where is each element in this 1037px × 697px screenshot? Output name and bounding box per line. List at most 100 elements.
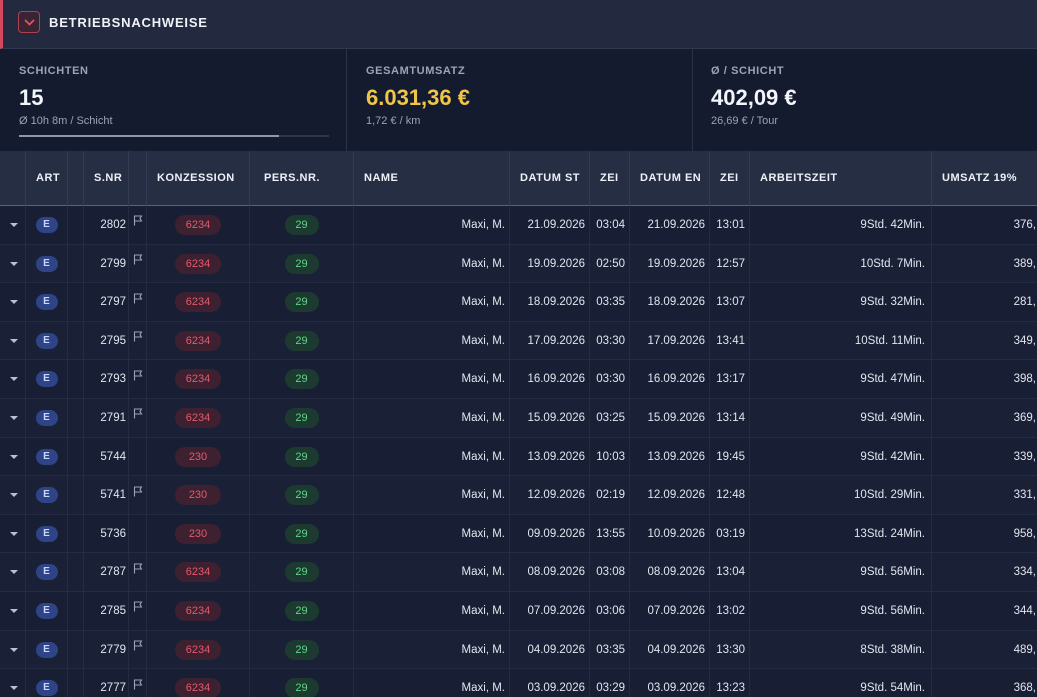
column-header-konzession[interactable]: KONZESSION [147,151,250,206]
expand-cell[interactable] [0,283,26,322]
table-row[interactable]: E 5736 230 29 Maxi, M. 09.09.2026 13:55 10.09.2… [0,514,1037,554]
snr-cell: 2799 [84,244,129,283]
table-row[interactable]: E 5741 230 29 Maxi, M. 12.09.2026 02:19 12.09.2… [0,476,1037,515]
flag-icon[interactable] [133,370,143,381]
caret-down-icon[interactable] [10,493,18,498]
flag-cell[interactable] [129,321,147,360]
table-row[interactable]: E 2793 6234 29 Maxi, M. 16.09.2026 03:30 16.09.… [0,360,1037,399]
flag-icon[interactable] [133,408,143,419]
table-row[interactable]: E 5744 230 29 Maxi, M. 13.09.2026 10:03 13.09.2… [0,437,1037,477]
caret-down-icon[interactable] [10,416,18,420]
caret-down-icon[interactable] [10,300,18,305]
caret-down-icon[interactable] [10,338,18,343]
spacer-cell [68,553,84,592]
umsatz-cell: 334, [1013,566,1036,579]
table-row[interactable]: E 2802 6234 29 Maxi, M. 21.09.2026 03:04 21.09.… [0,206,1037,245]
caret-down-icon[interactable] [10,531,18,536]
column-header-zeit-ende[interactable]: ZEI [710,151,750,206]
caret-down-icon[interactable] [10,377,18,382]
konzession-cell: 6234 [147,321,250,360]
flag-icon[interactable] [133,293,143,304]
column-header-zeit-start[interactable]: ZEI [590,151,630,206]
caret-down-icon[interactable] [10,261,18,266]
expand-cell[interactable] [0,514,26,553]
column-header-name[interactable]: NAME [354,151,510,206]
table-row[interactable]: E 2797 6234 29 Maxi, M. 18.09.2026 03:35 18.09.… [0,283,1037,322]
flag-cell[interactable] [129,360,147,399]
expand-cell[interactable] [0,399,26,437]
caret-down-icon[interactable] [10,609,18,613]
column-header-snr[interactable]: S.NR [84,151,129,206]
expand-cell[interactable] [0,321,26,360]
datum-ende-cell: 04.09.2026 [630,630,710,669]
expand-cell[interactable] [0,476,26,515]
zeit-start-cell: 03:06 [590,592,630,630]
zeit-start-cell: 10:03 [590,437,630,476]
collapse-button[interactable] [18,11,40,33]
column-header-persnr[interactable]: PERS.NR. [250,151,354,206]
column-header-arbeitszeit[interactable]: ARBEITSZEIT [750,151,932,206]
flag-icon[interactable] [133,331,143,342]
expand-cell[interactable] [0,669,26,697]
zeit-start-cell: 03:29 [590,669,630,697]
column-header-datum-start[interactable]: DATUM ST [510,151,590,206]
persnr-badge: 29 [284,253,319,274]
expand-cell[interactable] [0,592,26,630]
table-row[interactable]: E 2799 6234 29 Maxi, M. 19.09.2026 02:50 19.09.… [0,244,1037,284]
art-cell: E [26,321,68,360]
caret-down-icon[interactable] [10,454,18,459]
column-header-datum-ende[interactable]: DATUM EN [630,151,710,206]
caret-down-icon[interactable] [10,647,18,652]
flag-cell[interactable] [129,399,147,437]
column-header-umsatz[interactable]: UMSATZ 19% [932,151,1037,206]
table-row[interactable]: E 2795 6234 29 Maxi, M. 17.09.2026 03:30 17.09.… [0,321,1037,361]
table-row[interactable]: E 2787 6234 29 Maxi, M. 08.09.2026 03:08 08.09.… [0,553,1037,592]
datum-start-cell: 09.09.2026 [510,514,590,553]
flag-cell[interactable] [129,283,147,322]
flag-cell[interactable] [129,553,147,592]
flag-icon[interactable] [133,601,143,612]
snr-cell: 2785 [84,592,129,630]
flag-icon[interactable] [133,563,143,574]
expand-cell[interactable] [0,244,26,283]
column-header-art[interactable]: ART [26,151,68,206]
name-cell: Maxi, M. [354,514,510,553]
flag-cell[interactable] [129,437,147,476]
konzession-badge: 230 [175,446,221,467]
persnr-badge: 29 [284,523,319,544]
caret-down-icon[interactable] [10,686,18,691]
flag-icon[interactable] [133,486,143,497]
flag-cell[interactable] [129,206,147,244]
stat-label: SCHICHTEN [19,65,89,77]
expand-cell[interactable] [0,437,26,476]
table-row[interactable]: E 2791 6234 29 Maxi, M. 15.09.2026 03:25 15.09.… [0,399,1037,438]
flag-cell[interactable] [129,592,147,630]
expand-cell[interactable] [0,360,26,399]
datum-start-cell: 13.09.2026 [510,437,590,476]
flag-cell[interactable] [129,669,147,697]
expand-cell[interactable] [0,206,26,244]
name-cell: Maxi, M. [354,206,510,244]
arbeitszeit-cell: 8Std. 38Min. [750,630,932,669]
flag-icon[interactable] [133,215,143,226]
datum-start-cell: 17.09.2026 [510,321,590,360]
stat-schichten: SCHICHTEN 15 Ø 10h 8m / Schicht [0,49,347,151]
caret-down-icon[interactable] [10,570,18,575]
flag-cell[interactable] [129,244,147,283]
flag-icon[interactable] [133,640,143,651]
flag-cell[interactable] [129,630,147,669]
umsatz-cell: 344, [1013,605,1036,617]
flag-cell[interactable] [129,514,147,553]
persnr-cell: 29 [250,592,354,630]
expand-cell[interactable] [0,630,26,669]
konzession-badge: 6234 [175,214,221,235]
caret-down-icon[interactable] [10,223,18,227]
table-row[interactable]: E 2785 6234 29 Maxi, M. 07.09.2026 03:06 07.09.… [0,592,1037,631]
flag-icon[interactable] [133,254,143,265]
table-row[interactable]: E 2777 6234 29 Maxi, M. 03.09.2026 03:29 03.09.… [0,669,1037,697]
zeit-start-cell: 02:19 [590,476,630,515]
expand-cell[interactable] [0,553,26,592]
flag-icon[interactable] [133,679,143,690]
flag-cell[interactable] [129,476,147,515]
table-row[interactable]: E 2779 6234 29 Maxi, M. 04.09.2026 03:35 04.09.… [0,630,1037,670]
